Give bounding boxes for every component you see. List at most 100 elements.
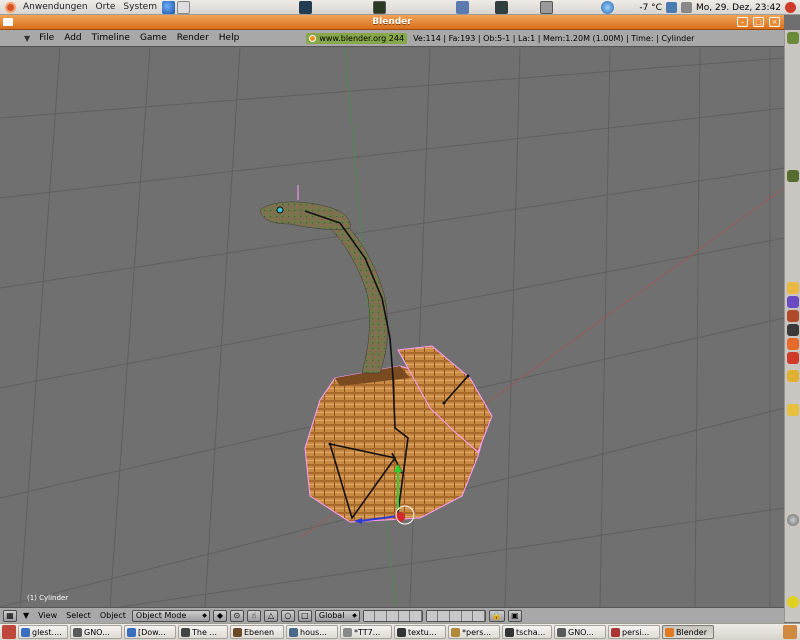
viewport-scene <box>0 48 784 607</box>
minimize-button[interactable]: – <box>737 17 748 27</box>
pivot-button[interactable]: ⊙ <box>229 609 244 622</box>
network-icon[interactable] <box>176 0 190 14</box>
task-app-icon <box>557 627 566 637</box>
mode-select[interactable]: Object Mode <box>131 609 210 622</box>
manipulator-toggle-button[interactable]: ☝ <box>246 609 261 622</box>
website-badge[interactable]: www.blender.org 244 <box>306 32 408 44</box>
menu-timeline[interactable]: Timeline <box>87 33 135 43</box>
layer-buttons-1[interactable] <box>362 609 423 622</box>
dock-game-icon[interactable] <box>787 296 799 308</box>
dock-bolt-icon[interactable] <box>787 352 799 364</box>
image-viewer-icon[interactable] <box>456 1 469 14</box>
taskbar-item[interactable]: Ebenen <box>230 625 284 639</box>
firefox-icon[interactable] <box>161 0 175 14</box>
menu-render[interactable]: Render <box>172 33 214 43</box>
power-icon[interactable] <box>785 2 796 13</box>
menu-anwendungen[interactable]: Anwendungen <box>19 2 92 12</box>
taskbar-item[interactable]: GNO... <box>70 625 122 639</box>
globe-icon[interactable] <box>601 1 614 14</box>
taskbar-item[interactable]: Blender <box>662 625 714 639</box>
taskbar-item[interactable]: GNO... <box>554 625 606 639</box>
task-label: textu... <box>408 627 437 637</box>
task-app-icon <box>127 627 136 637</box>
gnome-taskbar: glest.... GNO... [Dow... The ... Ebenen hous.… <box>0 623 800 640</box>
network-status-icon[interactable] <box>665 2 677 13</box>
render-button[interactable]: ▣ <box>507 609 522 622</box>
object-menu[interactable]: Object <box>97 611 129 620</box>
menu-help[interactable]: Help <box>214 33 245 43</box>
snake-body[interactable] <box>331 219 388 374</box>
select-menu[interactable]: Select <box>63 611 94 620</box>
dock-bat-icon[interactable] <box>787 370 799 382</box>
taskbar-item[interactable]: [Dow... <box>124 625 176 639</box>
draw-type-button[interactable]: ◆ <box>212 609 227 622</box>
task-label: tscha... <box>516 627 546 637</box>
menu-system[interactable]: System <box>119 2 161 12</box>
lock-icon[interactable]: 🔒 <box>488 609 505 622</box>
dock-pacman-icon[interactable] <box>787 596 799 608</box>
3d-viewport[interactable]: (1) Cylinder <box>0 48 784 607</box>
window-title-bar[interactable]: Blender – □ × <box>0 15 784 30</box>
task-app-icon <box>343 627 352 637</box>
layer-buttons-2[interactable] <box>425 609 486 622</box>
taskbar-item[interactable]: *pers... <box>448 625 500 639</box>
blender-menu-bar: ▼ File Add Timeline Game Render Help www… <box>0 30 784 47</box>
menu-collapse-icon[interactable]: ▼ <box>24 34 30 43</box>
taskbar-item[interactable]: persi... <box>608 625 660 639</box>
app-launcher-icon[interactable] <box>299 1 312 14</box>
dock-turtle-icon[interactable] <box>787 170 799 182</box>
task-app-icon <box>611 627 620 637</box>
dock-flame-icon[interactable] <box>787 338 799 350</box>
show-desktop-icon[interactable] <box>2 625 16 639</box>
header-collapse-icon[interactable]: ▼ <box>20 611 32 620</box>
menu-orte[interactable]: Orte <box>92 2 120 12</box>
3d-view-header: ▦ ▼ View Select Object Object Mode ◆ ⊙ ☝… <box>0 607 784 623</box>
gimp-icon[interactable] <box>495 1 508 14</box>
dock-fox-icon[interactable] <box>787 310 799 322</box>
scale-button[interactable]: □ <box>297 609 312 622</box>
task-label: [Dow... <box>138 627 166 637</box>
dock-app-icon[interactable] <box>787 32 799 44</box>
terminal-icon[interactable] <box>373 1 386 14</box>
dock-sphere-icon[interactable] <box>787 514 799 526</box>
dock-tool-icon[interactable] <box>787 324 799 336</box>
dock-person-icon[interactable] <box>787 404 799 416</box>
trash-icon[interactable] <box>783 625 797 639</box>
snake-head[interactable] <box>259 201 351 230</box>
taskbar-item[interactable]: textu... <box>394 625 446 639</box>
editor-type-button[interactable]: ▦ <box>3 609 17 622</box>
translate-button[interactable]: △ <box>263 609 278 622</box>
taskbar-item[interactable]: hous... <box>286 625 338 639</box>
rotate-button[interactable]: ○ <box>280 609 295 622</box>
window-title: Blender <box>372 17 412 27</box>
taskbar-item[interactable]: The ... <box>178 625 228 639</box>
task-label: GNO... <box>84 627 110 637</box>
snake-eye <box>276 206 284 214</box>
task-app-icon <box>181 627 190 637</box>
taskbar-item[interactable]: tscha... <box>502 625 552 639</box>
ubuntu-logo-icon[interactable] <box>5 1 16 13</box>
taskbar-item[interactable]: *TT7... <box>340 625 392 639</box>
weather-text[interactable]: -7 °C <box>639 3 662 13</box>
orientation-select[interactable]: Global <box>314 609 360 622</box>
clock[interactable]: Mo, 29. Dez, 23:42 <box>696 3 781 13</box>
window-menu-icon[interactable] <box>3 18 13 26</box>
task-app-icon <box>289 627 298 637</box>
task-app-icon <box>397 627 406 637</box>
task-label: Blender <box>676 627 707 637</box>
menu-file[interactable]: File <box>34 33 59 43</box>
close-button[interactable]: × <box>769 17 780 27</box>
volume-icon[interactable] <box>680 2 692 13</box>
menu-game[interactable]: Game <box>135 33 172 43</box>
maximize-button[interactable]: □ <box>753 17 764 27</box>
view-menu[interactable]: View <box>35 611 60 620</box>
task-label: persi... <box>622 627 650 637</box>
dock-folder-icon[interactable] <box>787 282 799 294</box>
taskbar-item[interactable]: glest.... <box>18 625 68 639</box>
menu-add[interactable]: Add <box>59 33 86 43</box>
task-label: *TT7... <box>354 627 381 637</box>
task-app-icon <box>21 627 30 637</box>
task-label: The ... <box>192 627 218 637</box>
scene-stats: Ve:114 | Fa:193 | Ob:5-1 | La:1 | Mem:1.… <box>413 33 695 43</box>
calculator-icon[interactable] <box>540 1 553 14</box>
